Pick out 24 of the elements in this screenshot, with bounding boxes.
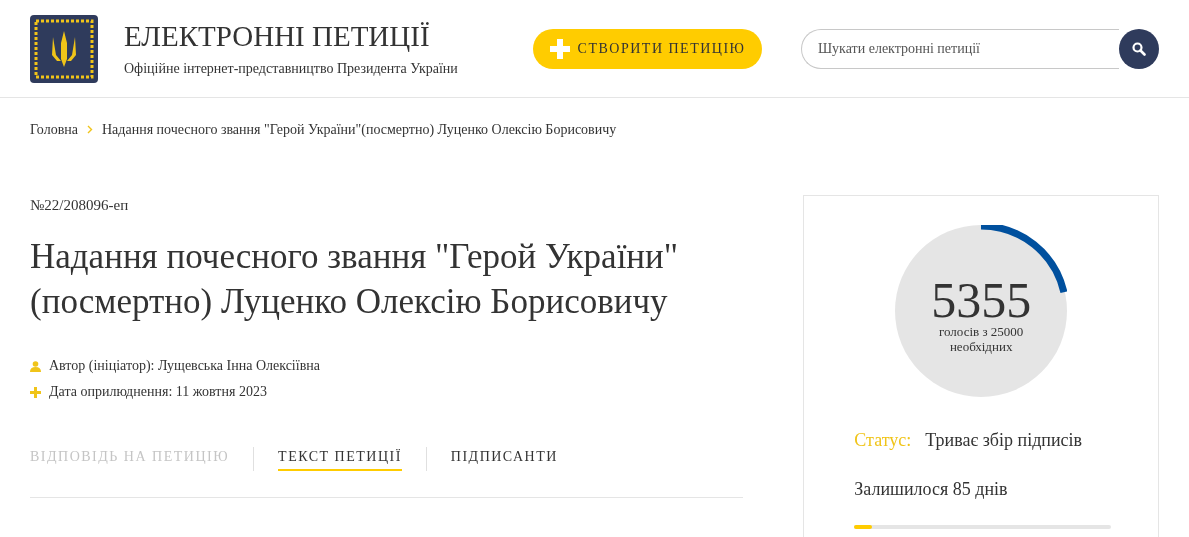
emblem-logo <box>30 14 98 83</box>
status-value: Триває збір підписів <box>925 429 1083 452</box>
petition-meta: Автор (ініціатор): Лущевська Інна Олексіївна <box>49 357 320 375</box>
votes-caption: голосів з 25000 необхідних <box>938 324 1025 354</box>
site-subtitle: Офіційне інтернет-представництво Президента України <box>124 59 459 78</box>
tab[interactable]: ТЕКСТ ПЕТИЦІЇ <box>278 446 402 471</box>
petition-title: Надання почесного звання "Герой України" (посмертно) Луценко Олексію Борисовичу <box>30 236 680 323</box>
breadcrumb-link[interactable]: Головна <box>30 118 78 140</box>
search-icon <box>1132 41 1146 56</box>
person-icon <box>30 360 41 372</box>
chevron-icon <box>87 124 93 134</box>
search-button[interactable] <box>1119 28 1159 69</box>
breadcrumb-current: Надання почесного звання "Герой України"(посмертно) Луценко Олексію Борисовичу <box>102 120 617 139</box>
status-label: Статус: <box>854 429 912 452</box>
create-petition-button[interactable]: СТВОРИТИ ПЕТИЦІЮ <box>533 28 762 69</box>
search-field[interactable]: Шукати електронні петиції <box>801 28 1119 69</box>
tab[interactable]: ПІДПИСАНТИ <box>450 446 558 471</box>
days-remaining: Залишилося 85 днів <box>854 478 1008 501</box>
petition-meta: Дата оприлюднення: 11 жовтня 2023 <box>49 383 267 401</box>
plus-icon <box>549 38 570 59</box>
site-title: ЕЛЕКТРОННІ ПЕТИЦІЇ <box>124 18 431 53</box>
votes-count: 5355 <box>931 276 1032 324</box>
plus-icon <box>30 386 41 398</box>
petition-number: №22/208096-еп <box>30 196 130 215</box>
